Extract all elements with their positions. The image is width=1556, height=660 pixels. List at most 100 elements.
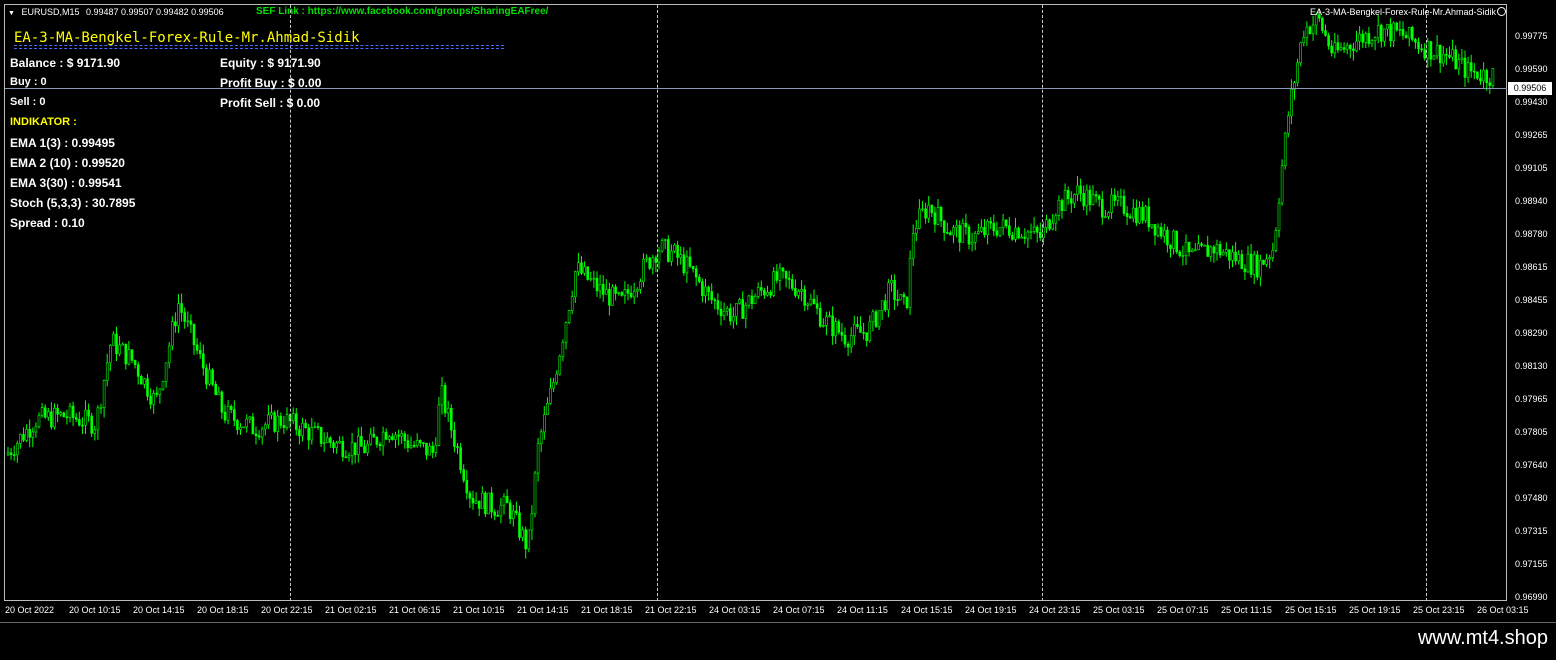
candle-body	[307, 427, 311, 441]
time-tick-label: 21 Oct 22:15	[645, 605, 697, 615]
candle-body	[561, 341, 565, 357]
candle-body	[456, 446, 459, 448]
candle-body	[282, 425, 286, 428]
symbol-info[interactable]: ▼ EURUSD,M15 0.99487 0.99507 0.99482 0.9…	[8, 7, 224, 17]
candle-body	[155, 393, 159, 395]
time-tick-label: 20 Oct 14:15	[133, 605, 185, 615]
candle-body	[1218, 244, 1222, 256]
candle-body	[1020, 236, 1024, 239]
candle-body	[604, 289, 608, 295]
candle-body	[418, 440, 422, 443]
candle-body	[440, 385, 444, 406]
candle-body	[1243, 268, 1247, 273]
candle-body	[1283, 132, 1287, 167]
chart-window[interactable]: ▼ EURUSD,M15 0.99487 0.99507 0.99482 0.9…	[0, 0, 1556, 623]
candle-body	[143, 378, 146, 385]
candle-body	[753, 296, 757, 304]
candle-body	[880, 300, 884, 311]
price-tick-label: 0.96990	[1515, 592, 1548, 602]
smiley-face-icon[interactable]	[1497, 7, 1506, 16]
triangle-down-icon[interactable]: ▼	[8, 10, 15, 17]
candle-body	[1169, 244, 1172, 249]
candle-body	[778, 267, 782, 281]
candle-body	[121, 343, 124, 346]
candle-body	[626, 289, 630, 294]
candle-body	[1491, 68, 1495, 86]
candle-body	[1367, 33, 1371, 44]
candle-body	[921, 208, 924, 211]
candle-body	[1448, 54, 1451, 58]
candle-body	[840, 331, 844, 336]
candle-body	[211, 369, 214, 385]
candle-body	[914, 228, 918, 234]
time-tick-label: 24 Oct 15:15	[901, 605, 953, 615]
candle-body	[843, 335, 847, 345]
candle-body	[62, 412, 66, 418]
candle-body	[961, 222, 965, 243]
price-tick-label: 0.97640	[1515, 460, 1548, 470]
candle-body	[167, 345, 171, 364]
candle-body	[1063, 190, 1067, 211]
candle-body	[611, 286, 614, 306]
price-tick-label: 0.97155	[1515, 559, 1548, 569]
candle-body	[806, 303, 810, 306]
candle-body	[109, 345, 112, 364]
candle-body	[1259, 259, 1262, 278]
candle-body	[171, 321, 174, 347]
candle-body	[728, 308, 732, 322]
candle-body	[1175, 230, 1178, 253]
candle-body	[846, 343, 850, 348]
ohlc-values: 0.99487 0.99507 0.99482 0.99506	[85, 7, 224, 17]
candle-body	[254, 433, 258, 436]
candle-body	[1457, 59, 1461, 70]
time-tick-label: 21 Oct 18:15	[581, 605, 633, 615]
candle-body	[1150, 224, 1154, 228]
candle-body	[580, 262, 583, 274]
candle-body	[356, 435, 360, 456]
candle-body	[1330, 45, 1333, 54]
candle-body	[422, 442, 425, 444]
candle-body	[1407, 26, 1411, 39]
candle-body	[387, 436, 391, 440]
candle-body	[980, 226, 983, 232]
candle-body	[248, 416, 252, 420]
candle-body	[1190, 249, 1194, 253]
candle-body	[149, 395, 152, 405]
candle-body	[102, 379, 106, 408]
candle-body	[192, 324, 196, 346]
candle-body	[973, 233, 977, 243]
candle-body	[335, 442, 338, 448]
candle-body	[223, 411, 227, 421]
candle-body	[1417, 41, 1420, 50]
candle-body	[1463, 57, 1467, 78]
candle-body	[1234, 251, 1237, 262]
time-tick-label: 21 Oct 10:15	[453, 605, 505, 615]
candle-body	[539, 431, 543, 445]
candle-body	[1029, 231, 1033, 233]
candle-body	[236, 420, 239, 430]
plot-area[interactable]	[4, 4, 1507, 601]
candle-body	[1438, 44, 1442, 64]
candle-body	[989, 221, 993, 224]
candle-body	[65, 416, 69, 419]
candle-body	[1107, 212, 1110, 217]
price-tick-label: 0.98130	[1515, 361, 1548, 371]
candle-body	[1451, 49, 1454, 58]
candle-body	[1321, 17, 1324, 31]
candle-body	[71, 405, 75, 418]
symbol-name: EURUSD,M15	[21, 7, 80, 17]
candle-body	[812, 298, 816, 304]
candle-body	[508, 502, 512, 519]
candle-body	[350, 442, 354, 456]
candle-body	[1128, 216, 1132, 219]
candle-body	[1395, 22, 1399, 31]
candle-body	[871, 311, 875, 323]
candle-body	[890, 280, 893, 284]
candle-body	[750, 295, 754, 304]
candle-body	[608, 289, 611, 306]
candle-body	[1007, 225, 1011, 236]
time-tick-label: 25 Oct 07:15	[1157, 605, 1209, 615]
candle-body	[784, 270, 788, 279]
candle-body	[1401, 29, 1405, 36]
candle-body	[887, 282, 890, 311]
